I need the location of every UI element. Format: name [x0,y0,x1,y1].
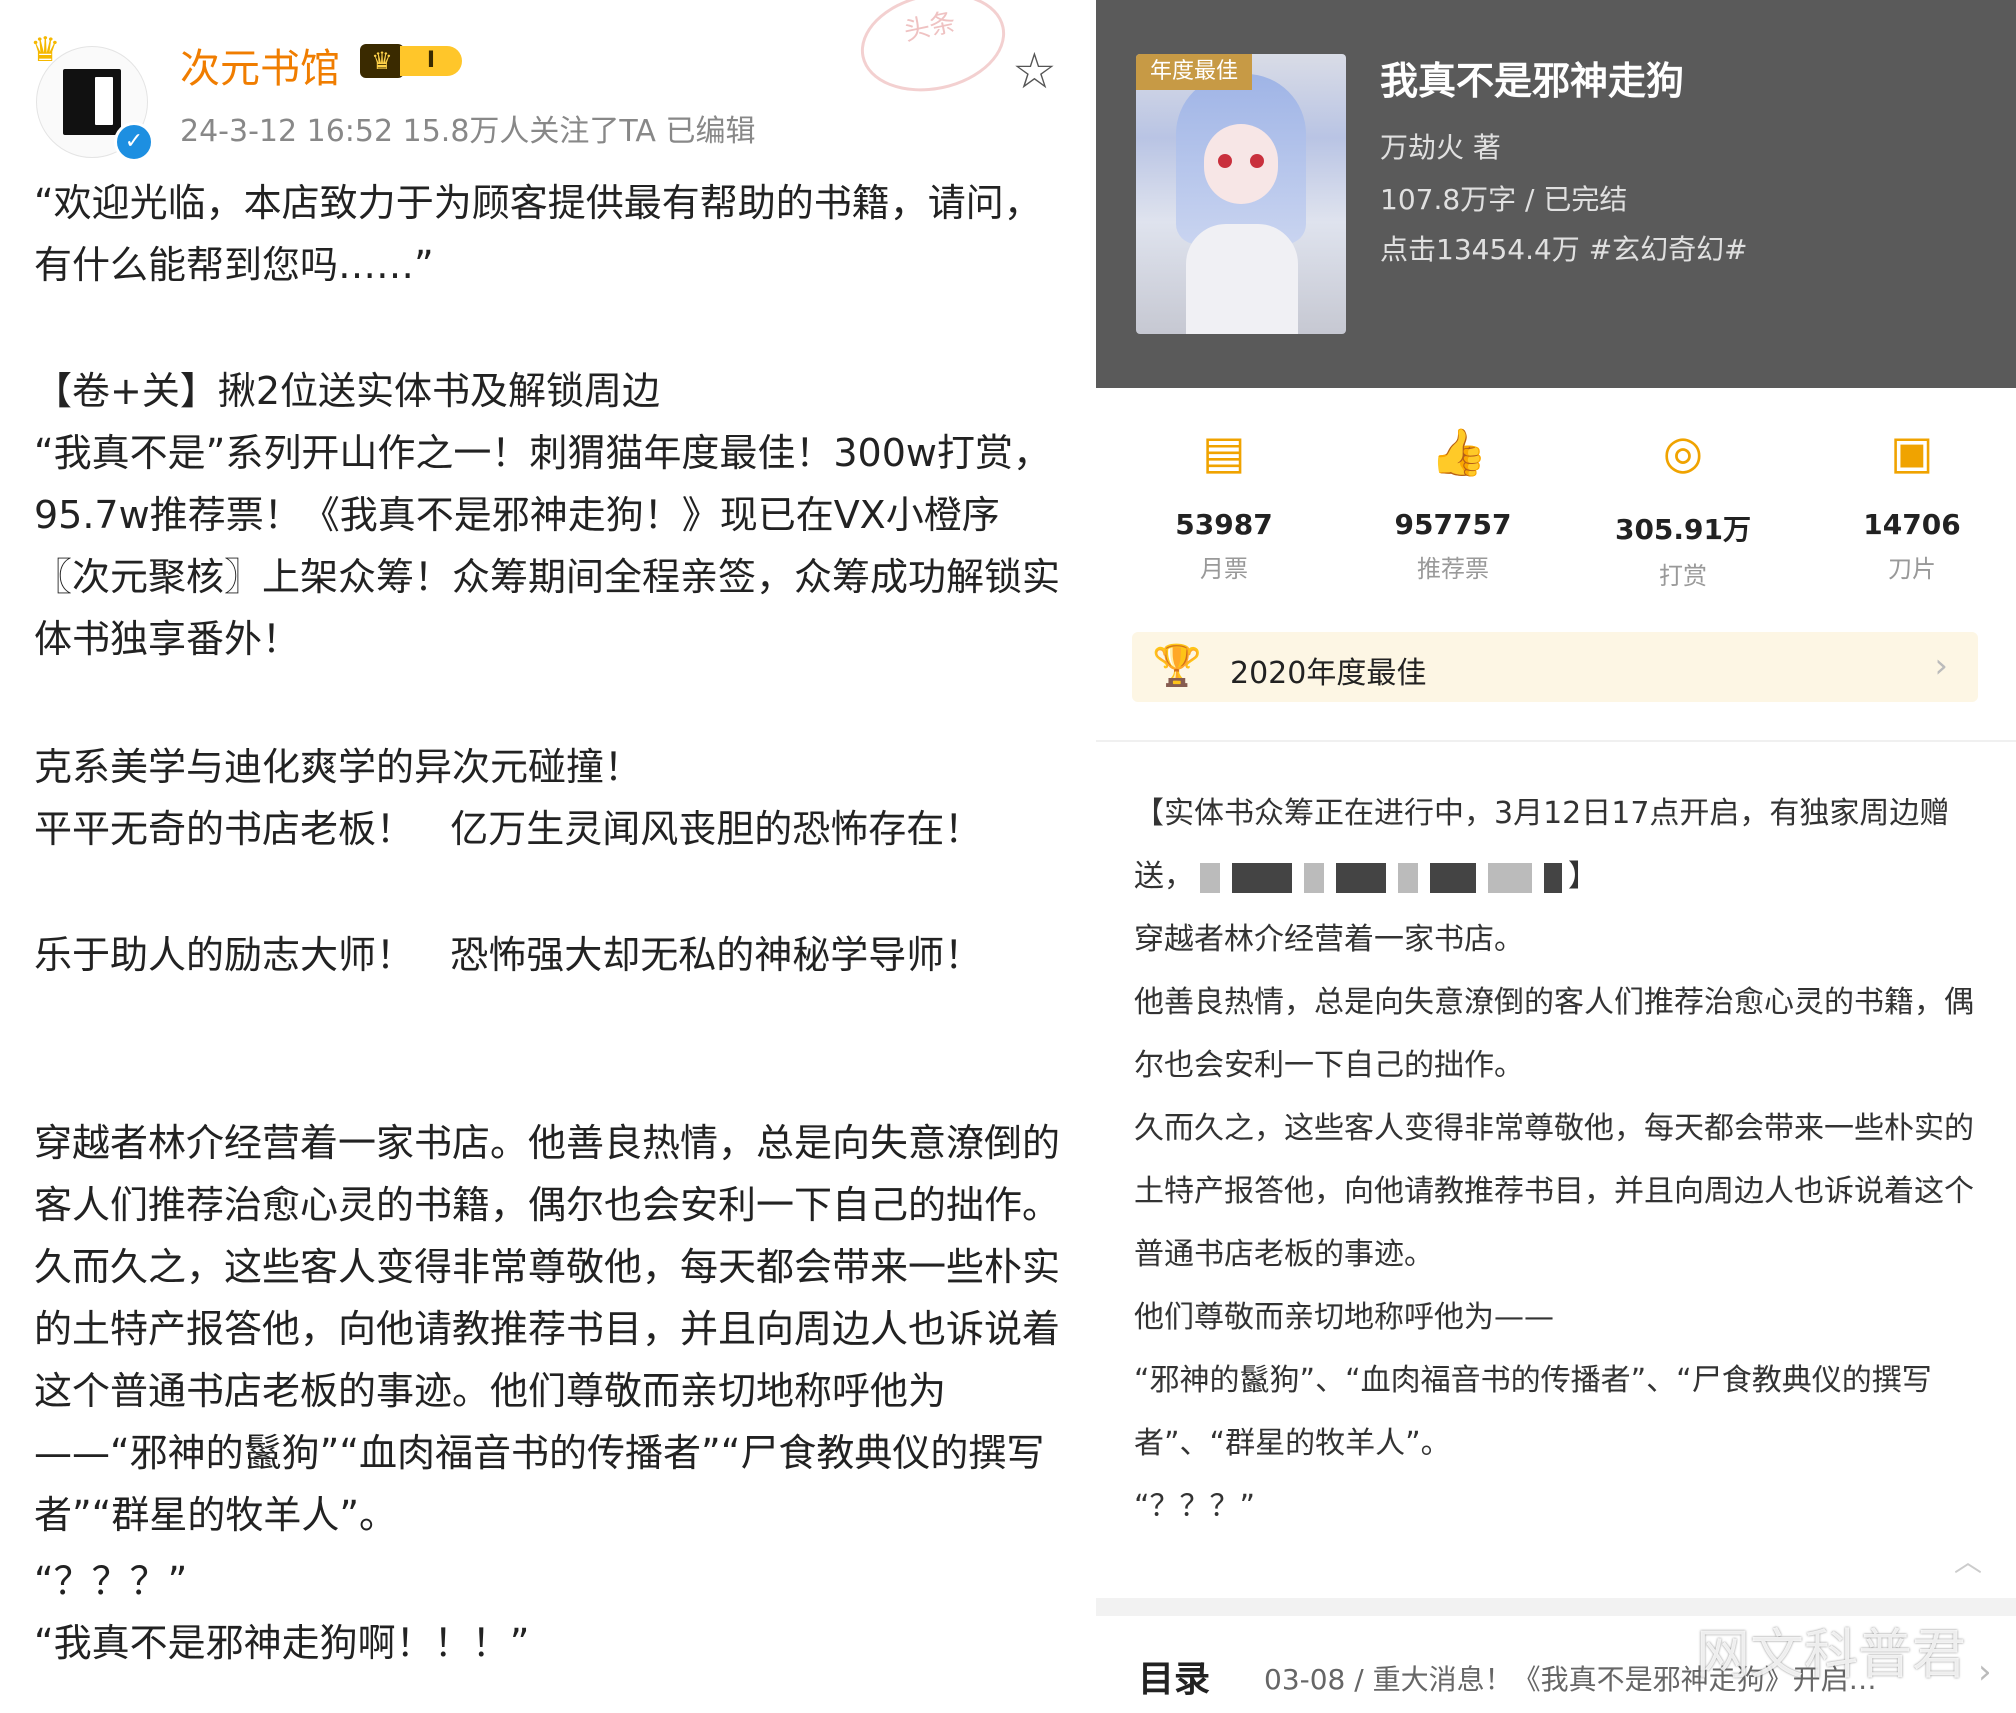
post-paragraph: 穿越者林介经营着一家书店。他善良热情，总是向失意潦倒的客人们推荐治愈心灵的书籍，… [34,1121,1061,1537]
intro-paragraph: “？？？” [1134,1489,1256,1524]
stat-recommend[interactable]: 👍 957757 推荐票 [1363,426,1543,584]
reward-coin-icon: ◎ [1662,425,1704,479]
intro-lead-end: 】 [1568,859,1598,894]
intro-paragraph: 穿越者林介经营着一家书店。 [1134,922,1524,957]
username[interactable]: 次元书馆 [180,36,340,94]
stamp-watermark: 头条 [851,0,1015,105]
stat-value: 957757 [1394,508,1512,541]
thumbs-up-icon: 👍 [1430,425,1488,479]
vip-badge[interactable]: ♛ I [360,42,468,80]
stat-blade[interactable]: ▣ 14706 刀片 [1822,426,2002,584]
stat-label: 打赏 [1659,562,1707,590]
stat-value: 14706 [1863,508,1961,541]
intro-paragraph: 【实体书众筹正在进行中，3月12日17点开启，有独家周边赠送，】 [1134,782,1994,908]
avatar[interactable]: ♛ ✓ [30,30,154,162]
crown-icon: ♛ [30,30,61,70]
award-label: 2020年度最佳 [1230,656,1427,691]
book-author[interactable]: 万劫火 著 [1380,126,1501,166]
post-paragraph: “我真不是”系列开山作之一！刺猬猫年度最佳！300w打赏，95.7w推荐票！《我… [34,431,1061,661]
toc-label[interactable]: 目录 [1138,1650,1210,1702]
book-clicks: 点击13454.4万 #玄幻奇幻# [1380,233,1748,266]
stat-reward[interactable]: ◎ 305.91万 打赏 [1593,426,1773,591]
post-paragraph: 【卷+关】揪2位送实体书及解锁周边 [34,369,661,413]
post-paragraph: 乐于助人的励志大师！ 恐怖强大却无私的神秘学导师！ [34,933,983,977]
stat-monthly-ticket[interactable]: ▤ 53987 月票 [1134,426,1314,584]
post-paragraph: “？？？” [34,1559,188,1603]
chevron-right-icon[interactable]: › [1978,1652,1992,1692]
monthly-ticket-icon: ▤ [1202,425,1246,479]
stat-label: 推荐票 [1417,555,1489,583]
post-paragraph: “欢迎光临，本店致力于为顾客提供最有帮助的书籍，请问，有什么能帮到您吗……” [34,181,1042,287]
book-cover[interactable]: 年度最佳 [1136,54,1346,334]
stat-label: 月票 [1200,555,1248,583]
trophy-icon: 🏆 [1152,643,1202,689]
watermark: 网文科普君 [1696,1623,1966,1686]
stat-label: 刀片 [1888,555,1936,583]
book-detail-pane: 年度最佳 我真不是邪神走狗 万劫火 著 107.8万字 / 已完结 点击1345… [1096,0,2016,1713]
intro-paragraph: 久而久之，这些客人变得非常尊敬他，每天都会带来一些朴实的土特产报答他，向他请教推… [1134,1111,1974,1272]
blade-card-icon: ▣ [1890,425,1934,479]
crown-badge-icon: ♛ [360,44,404,78]
favorite-star-icon[interactable]: ☆ [1012,42,1057,100]
intro-paragraph: “邪神的鬣狗”、“血肉福音书的传播者”、“尸食教典仪的撰写者”、“群星的牧羊人”… [1134,1363,1932,1461]
verified-icon: ✓ [114,122,154,162]
vip-level: I [400,46,462,76]
stat-value: 305.91万 [1614,513,1752,546]
post-paragraph: 平平无奇的书店老板！ 亿万生灵闻风丧胆的恐怖存在！ [34,807,983,851]
cover-tag: 年度最佳 [1136,54,1252,90]
book-title: 我真不是邪神走狗 [1380,59,1685,103]
book-intro: 【实体书众筹正在进行中，3月12日17点开启，有独家周边赠送，】 穿越者林介经营… [1134,782,1994,1538]
post-paragraph: “我真不是邪神走狗啊！！！” [34,1621,530,1665]
collapse-chevron-icon[interactable]: ︿ [1954,1540,1982,1580]
chevron-right-icon: › [1934,646,1948,686]
award-banner[interactable]: 🏆 2020年度最佳 › [1132,632,1978,702]
divider [1096,740,2016,742]
intro-paragraph: 他善良热情，总是向失意潦倒的客人们推荐治愈心灵的书籍，偶尔也会安利一下自己的拙作… [1134,985,1974,1083]
stat-value: 53987 [1175,508,1273,541]
post-meta: 24-3-12 16:52 15.8万人关注了TA 已编辑 [180,114,756,149]
book-word-count: 107.8万字 / 已完结 [1380,183,1628,216]
weibo-post-pane: ♛ ✓ 次元书馆 ♛ I 24-3-12 16:52 15.8万人关注了TA 已… [0,0,1096,1713]
intro-paragraph: 他们尊敬而亲切地称呼他为—— [1134,1300,1554,1335]
post-paragraph: 克系美学与迪化爽学的异次元碰撞！ [34,745,643,789]
